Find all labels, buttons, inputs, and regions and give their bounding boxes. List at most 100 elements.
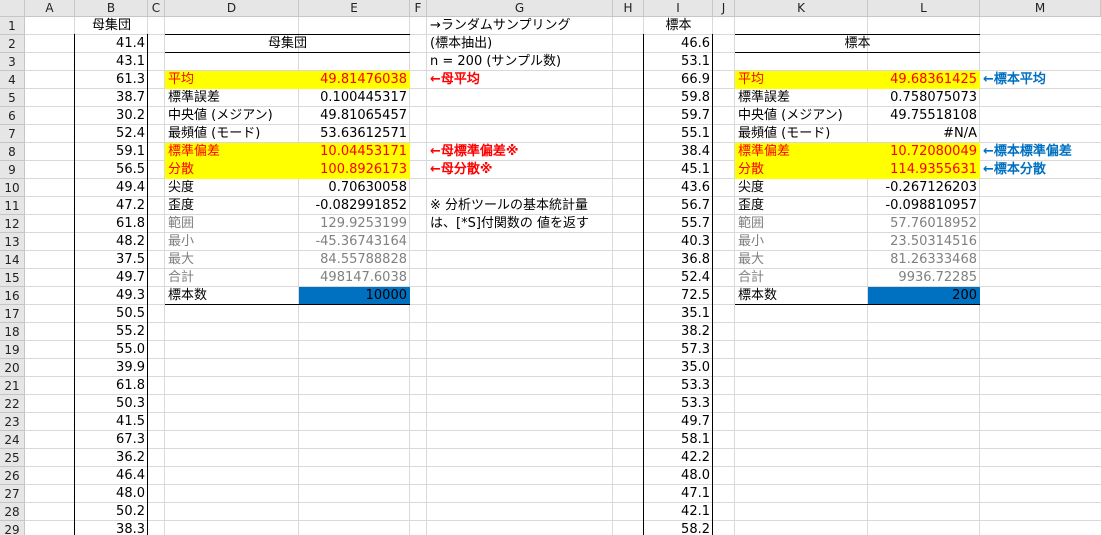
population-stat-value[interactable]: 49.81476038 — [299, 71, 410, 89]
row-header-29[interactable]: 29 — [0, 521, 25, 535]
sample-stat-value[interactable]: 0.758075073 — [868, 89, 980, 107]
population-variance-arrow[interactable]: ←母分散※ — [427, 161, 613, 179]
population-stat-label[interactable]: 標準偏差 — [165, 143, 299, 161]
sample-stat-label[interactable]: 最大 — [735, 251, 868, 269]
row-header-26[interactable]: 26 — [0, 467, 25, 485]
row-header-23[interactable]: 23 — [0, 413, 25, 431]
sample-stat-label[interactable]: 標準偏差 — [735, 143, 868, 161]
row-header-20[interactable]: 20 — [0, 359, 25, 377]
row-header-3[interactable]: 3 — [0, 53, 25, 71]
row-header-2[interactable]: 2 — [0, 35, 25, 53]
population-stat-label[interactable]: 最大 — [165, 251, 299, 269]
column-header-h[interactable]: H — [613, 0, 644, 17]
row-header-7[interactable]: 7 — [0, 125, 25, 143]
sample-stat-label[interactable]: 最頻値 (モード) — [735, 125, 868, 143]
row-header-4[interactable]: 4 — [0, 71, 25, 89]
sample-stat-value[interactable]: 10.72080049 — [868, 143, 980, 161]
row-header-6[interactable]: 6 — [0, 107, 25, 125]
population-stat-label[interactable]: 最頻値 (モード) — [165, 125, 299, 143]
sample-variance-arrow[interactable]: ←標本分散 — [980, 161, 1101, 179]
population-stat-value[interactable]: 0.70630058 — [299, 179, 410, 197]
population-stat-label[interactable]: 最小 — [165, 233, 299, 251]
sample-stat-value[interactable]: 114.9355631 — [868, 161, 980, 179]
population-stat-label[interactable]: 分散 — [165, 161, 299, 179]
sample-stat-value[interactable]: 57.76018952 — [868, 215, 980, 233]
population-stat-label[interactable]: 範囲 — [165, 215, 299, 233]
population-stat-value[interactable]: -0.082991852 — [299, 197, 410, 215]
row-header-5[interactable]: 5 — [0, 89, 25, 107]
column-header-d[interactable]: D — [165, 0, 299, 17]
population-stat-value[interactable]: 129.9253199 — [299, 215, 410, 233]
sample-stat-label[interactable]: 標本数 — [735, 287, 868, 305]
population-stat-label[interactable]: 標準誤差 — [165, 89, 299, 107]
population-stat-value[interactable]: -45.36743164 — [299, 233, 410, 251]
population-stat-label[interactable]: 歪度 — [165, 197, 299, 215]
row-header-10[interactable]: 10 — [0, 179, 25, 197]
column-header-f[interactable]: F — [410, 0, 427, 17]
population-stat-value[interactable]: 53.63612571 — [299, 125, 410, 143]
row-header-16[interactable]: 16 — [0, 287, 25, 305]
population-stat-label[interactable]: 尖度 — [165, 179, 299, 197]
row-header-21[interactable]: 21 — [0, 377, 25, 395]
population-stat-label[interactable]: 合計 — [165, 269, 299, 287]
random-sampling-note[interactable]: →ランダムサンプリング — [427, 17, 613, 35]
population-mean-arrow[interactable]: ←母平均 — [427, 71, 613, 89]
row-header-17[interactable]: 17 — [0, 305, 25, 323]
row-header-15[interactable]: 15 — [0, 269, 25, 287]
sample-stat-value[interactable]: 49.68361425 — [868, 71, 980, 89]
column-i-header-cell[interactable]: 標本 — [644, 17, 713, 35]
sample-stat-value[interactable]: 9936.72285 — [868, 269, 980, 287]
sample-stat-value[interactable]: #N/A — [868, 125, 980, 143]
sample-stat-label[interactable]: 分散 — [735, 161, 868, 179]
population-stat-value[interactable]: 498147.6038 — [299, 269, 410, 287]
column-header-j[interactable]: J — [713, 0, 735, 17]
sample-stat-label[interactable]: 最小 — [735, 233, 868, 251]
row-header-1[interactable]: 1 — [0, 17, 25, 35]
sample-stat-label[interactable]: 中央値 (メジアン) — [735, 107, 868, 125]
analysis-tool-note-1[interactable]: ※ 分析ツールの基本統計量 — [427, 197, 613, 215]
column-header-c[interactable]: C — [148, 0, 165, 17]
column-header-k[interactable]: K — [735, 0, 868, 17]
analysis-tool-note-2[interactable]: は、[*S]付関数の 値を返す — [427, 215, 613, 233]
column-header-e[interactable]: E — [299, 0, 410, 17]
population-stat-label[interactable]: 標本数 — [165, 287, 299, 305]
population-stat-value[interactable]: 100.8926173 — [299, 161, 410, 179]
sample-stat-value[interactable]: 49.75518108 — [868, 107, 980, 125]
row-header-11[interactable]: 11 — [0, 197, 25, 215]
sample-stat-value[interactable]: -0.098810957 — [868, 197, 980, 215]
row-header-9[interactable]: 9 — [0, 161, 25, 179]
row-header-28[interactable]: 28 — [0, 503, 25, 521]
sample-stat-label[interactable]: 歪度 — [735, 197, 868, 215]
population-stat-value[interactable]: 84.55788828 — [299, 251, 410, 269]
sample-stat-value[interactable]: -0.267126203 — [868, 179, 980, 197]
sample-extraction-note[interactable]: (標本抽出) — [427, 35, 613, 53]
sample-mean-arrow[interactable]: ←標本平均 — [980, 71, 1101, 89]
column-header-b[interactable]: B — [75, 0, 148, 17]
row-header-13[interactable]: 13 — [0, 233, 25, 251]
population-stat-value[interactable]: 10000 — [299, 287, 410, 305]
row-header-12[interactable]: 12 — [0, 215, 25, 233]
sample-stat-label[interactable]: 合計 — [735, 269, 868, 287]
population-stat-value[interactable]: 10.04453171 — [299, 143, 410, 161]
sample-stat-label[interactable]: 範囲 — [735, 215, 868, 233]
population-stat-label[interactable]: 平均 — [165, 71, 299, 89]
population-stat-value[interactable]: 0.100445317 — [299, 89, 410, 107]
sample-stat-label[interactable]: 尖度 — [735, 179, 868, 197]
row-header-18[interactable]: 18 — [0, 323, 25, 341]
row-header-25[interactable]: 25 — [0, 449, 25, 467]
population-sd-arrow[interactable]: ←母標準偏差※ — [427, 143, 613, 161]
column-header-l[interactable]: L — [868, 0, 980, 17]
sample-stat-label[interactable]: 平均 — [735, 71, 868, 89]
population-stat-label[interactable]: 中央値 (メジアン) — [165, 107, 299, 125]
select-all-corner[interactable] — [0, 0, 25, 17]
sample-stat-label[interactable]: 標準誤差 — [735, 89, 868, 107]
sample-stat-value[interactable]: 200 — [868, 287, 980, 305]
row-header-8[interactable]: 8 — [0, 143, 25, 161]
sample-stat-value[interactable]: 81.26333468 — [868, 251, 980, 269]
sample-size-note[interactable]: n = 200 (サンプル数) — [427, 53, 613, 71]
column-b-header-cell[interactable]: 母集団 — [75, 17, 148, 35]
spreadsheet[interactable]: ABCDEFGHIJKLM 1 2 3 4 5 6 7 8 9 10 11 12 13 14 15 16 17 1… — [0, 0, 1101, 535]
row-header-22[interactable]: 22 — [0, 395, 25, 413]
column-header-i[interactable]: I — [644, 0, 713, 17]
column-header-a[interactable]: A — [25, 0, 75, 17]
